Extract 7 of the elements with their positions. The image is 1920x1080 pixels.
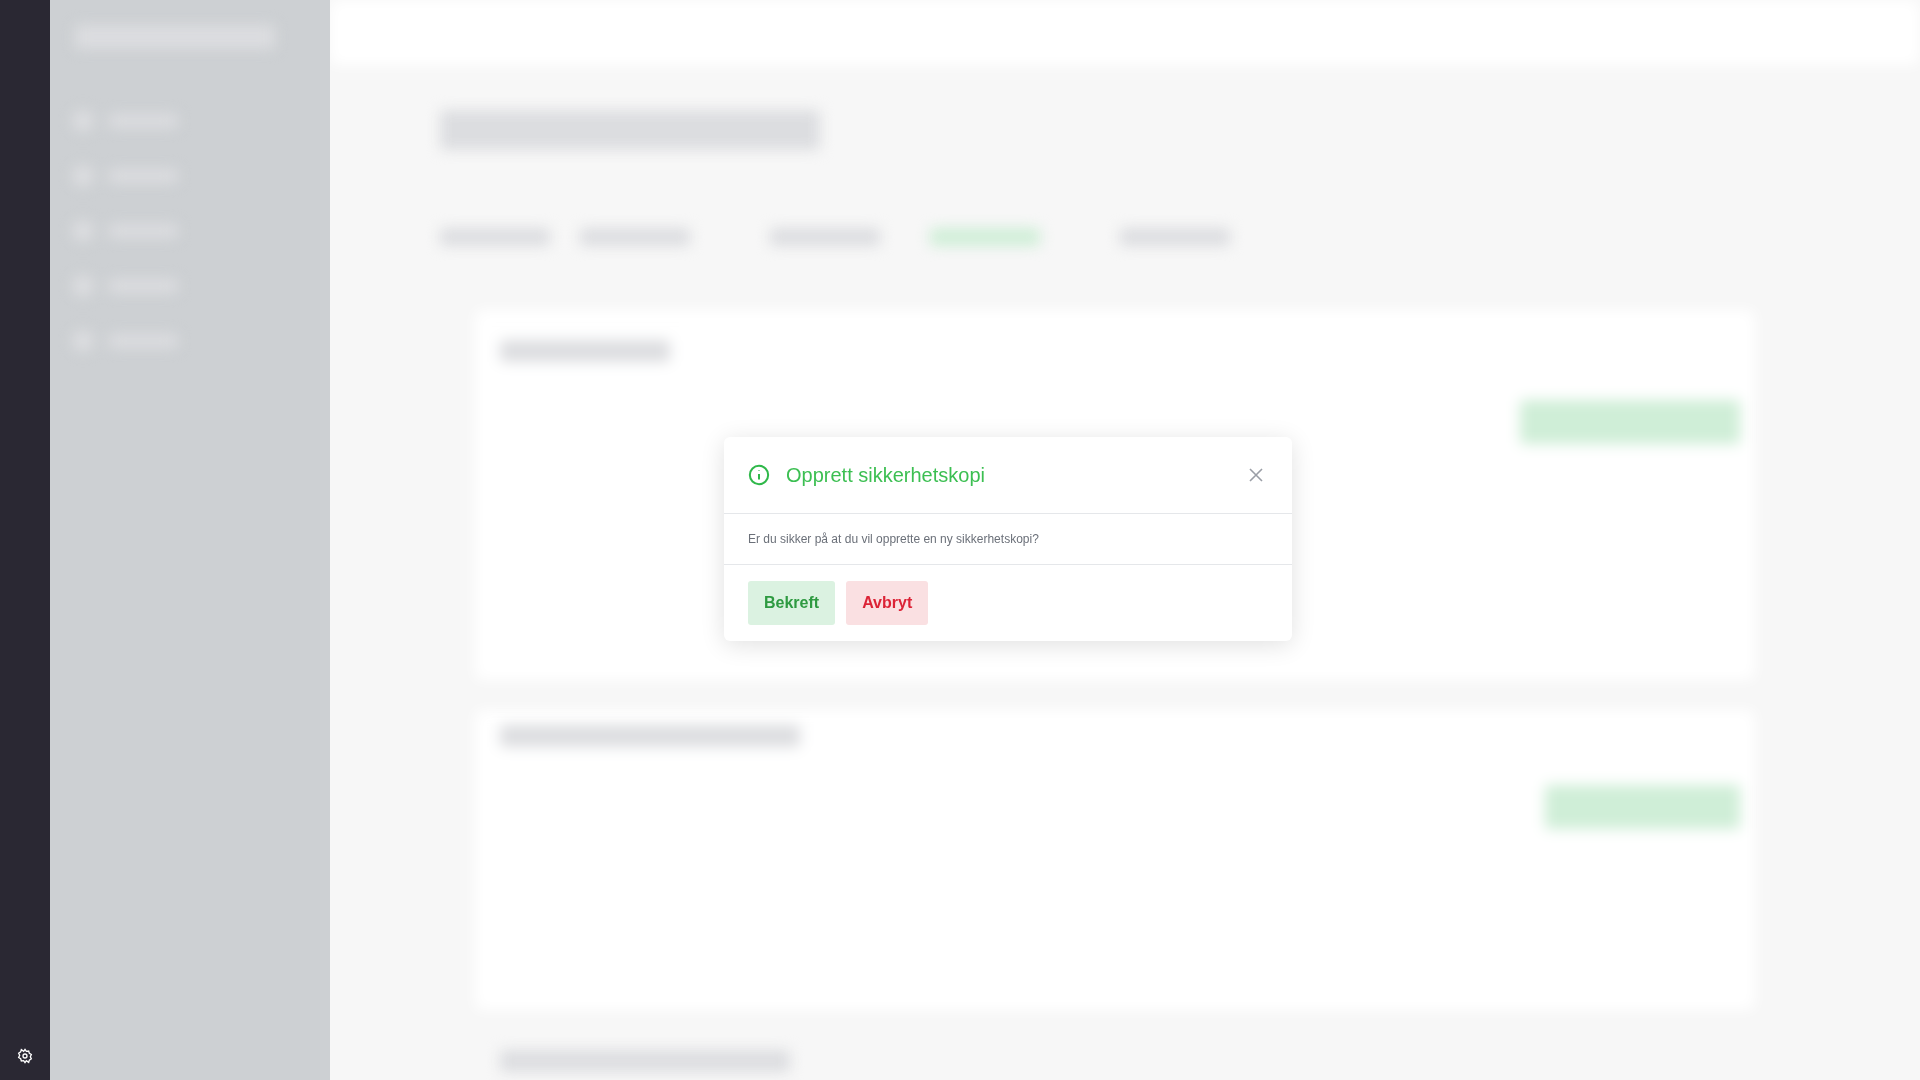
- info-icon: [748, 464, 770, 486]
- confirm-button[interactable]: Bekreft: [748, 581, 836, 625]
- close-icon: [1248, 467, 1264, 483]
- dialog-message: Er du sikker på at du vil opprette en ny sikkerhetskopi?: [748, 532, 1039, 546]
- settings-icon[interactable]: [17, 1048, 33, 1064]
- dialog-title: Opprett sikkerhetskopi: [786, 463, 986, 487]
- cancel-button[interactable]: Avbryt: [846, 581, 929, 625]
